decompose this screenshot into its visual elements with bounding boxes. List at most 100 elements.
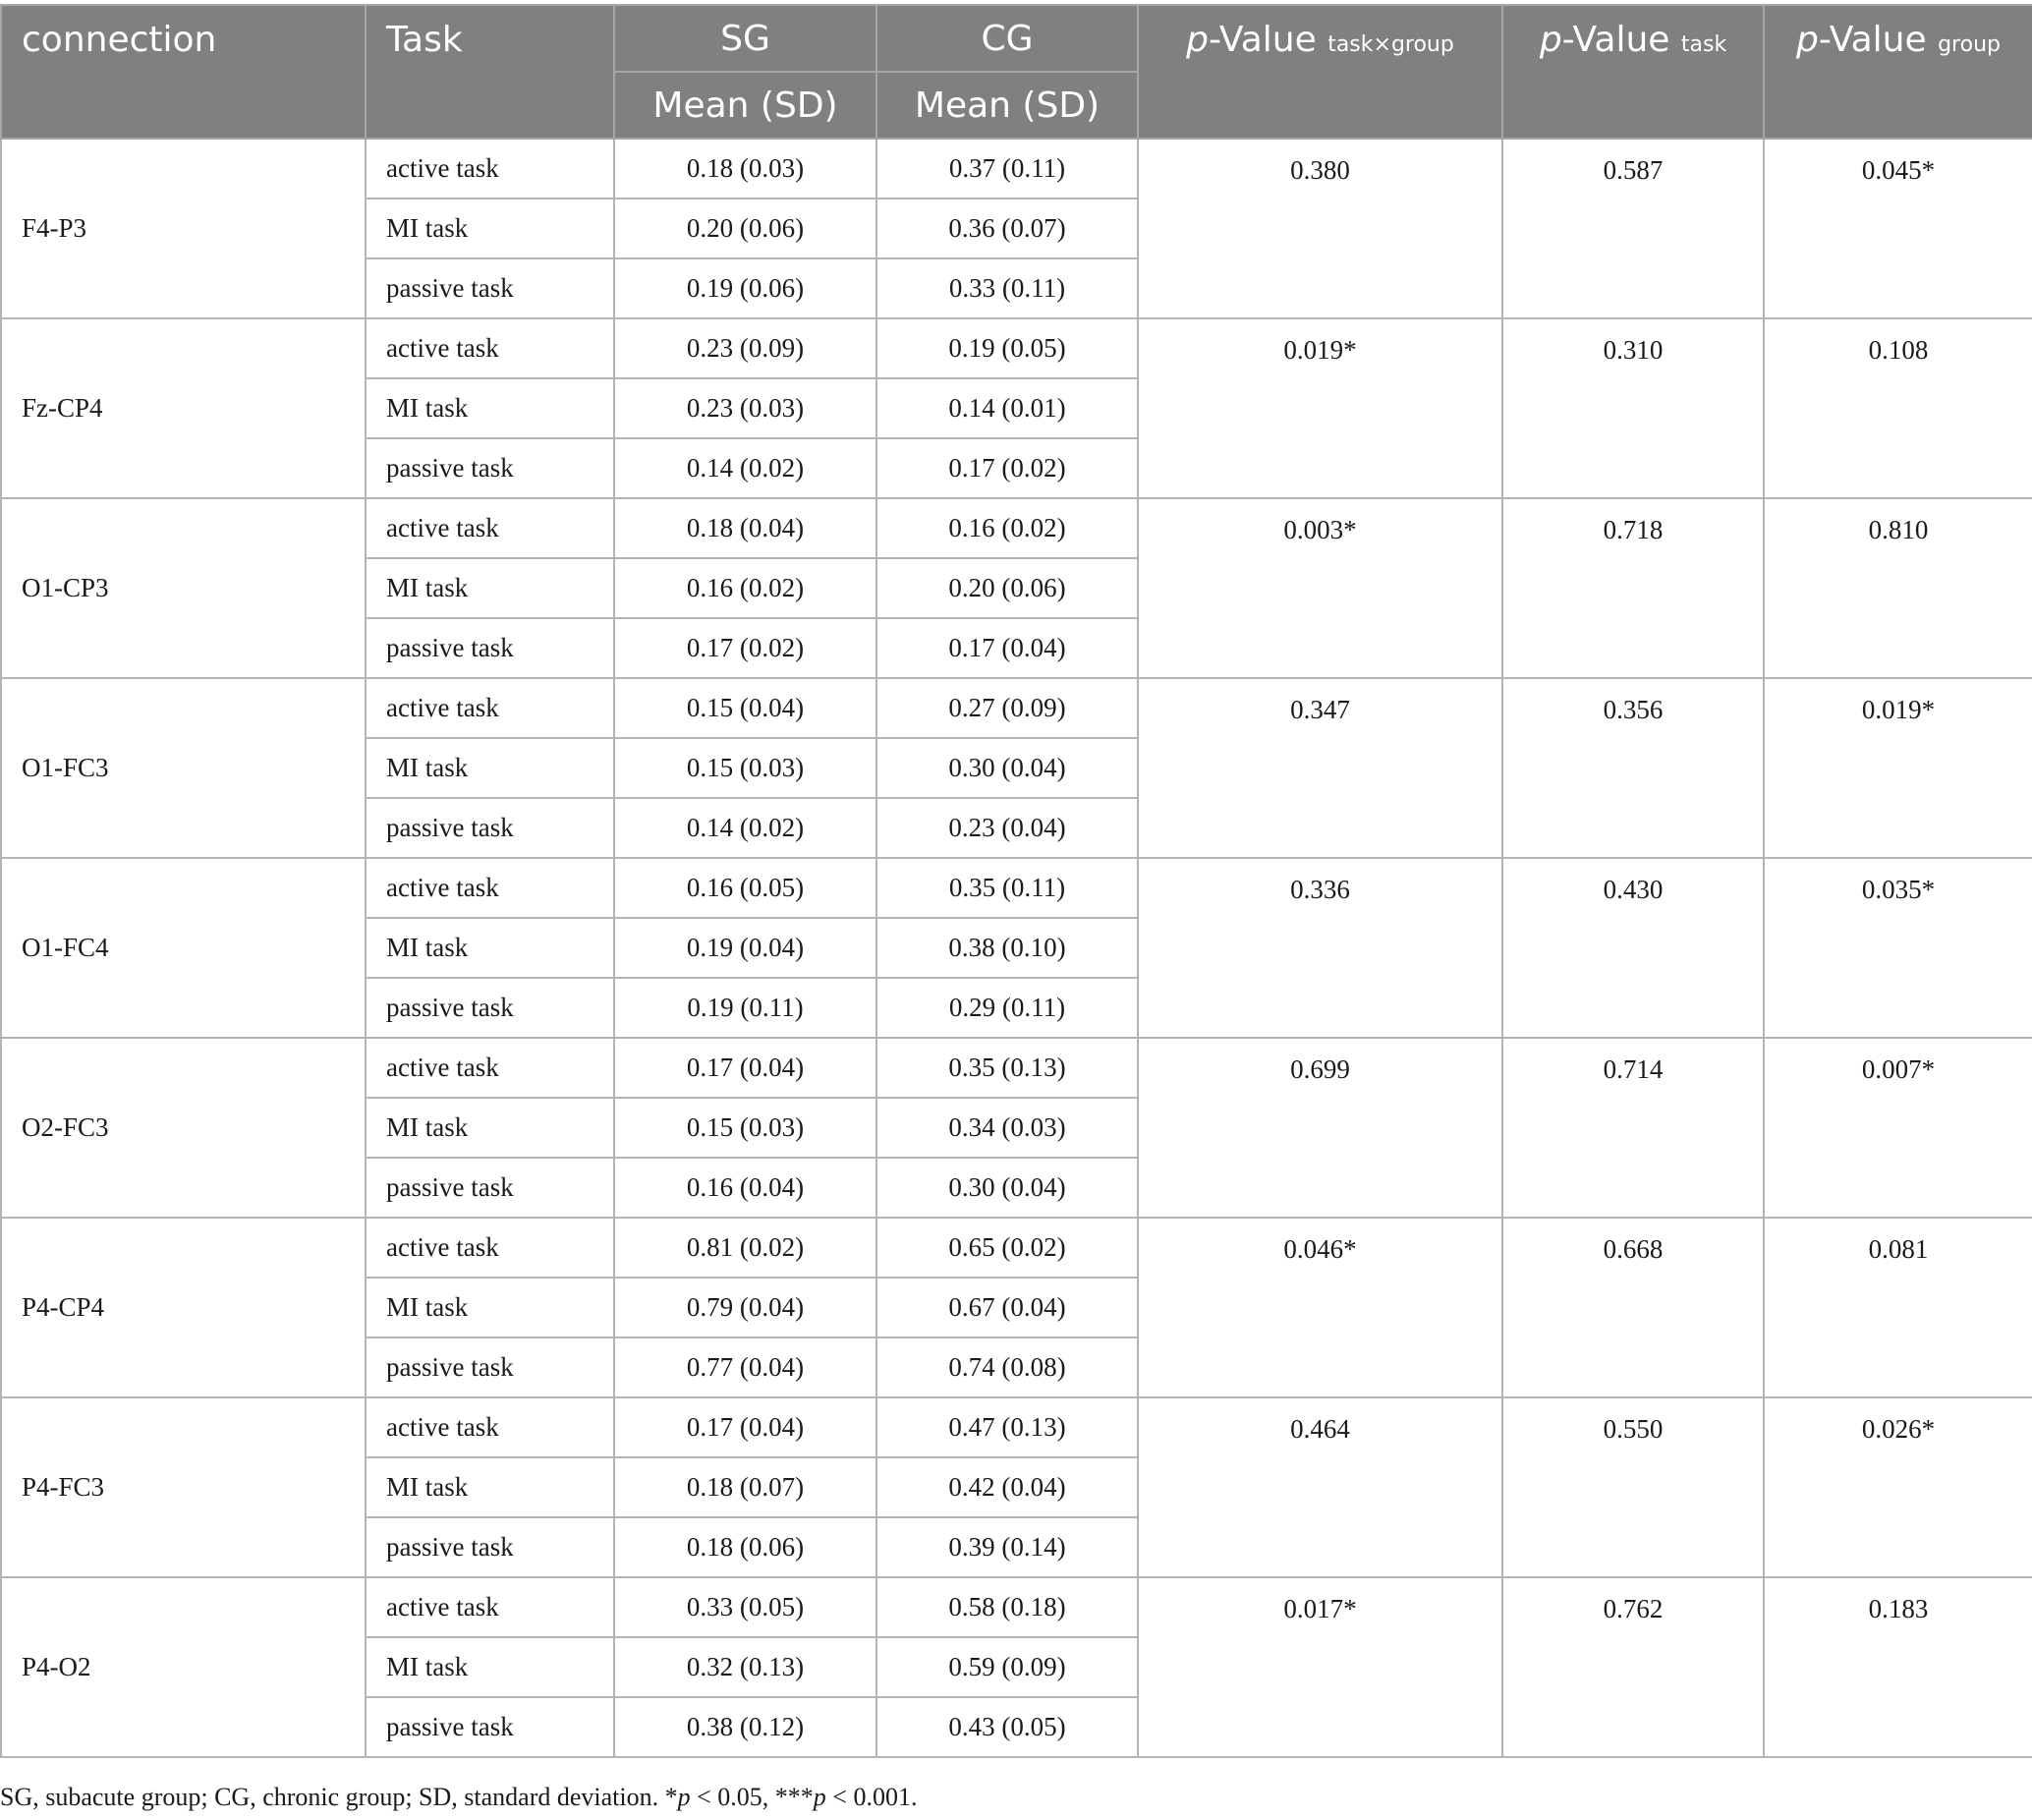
sg-mean-sd-cell: 0.16 (0.05) <box>613 857 877 919</box>
p-value-task-cell: 0.762 <box>1501 1576 1765 1758</box>
connection-cell: O1-CP3 <box>0 497 367 679</box>
sg-mean-sd-cell: 0.33 (0.05) <box>613 1576 877 1638</box>
cg-mean-sd-cell: 0.30 (0.04) <box>875 737 1139 799</box>
table-row: O1-CP3 active task 0.18 (0.04) 0.16 (0.02) 0… <box>0 497 2032 679</box>
sg-mean-sd-cell: 0.81 (0.02) <box>613 1217 877 1279</box>
sg-mean-sd-cell: 0.19 (0.04) <box>613 917 877 979</box>
cg-mean-sd-cell: 0.74 (0.08) <box>875 1337 1139 1398</box>
sg-mean-sd-cell: 0.32 (0.13) <box>613 1636 877 1698</box>
sg-mean-sd-cell: 0.14 (0.02) <box>613 797 877 859</box>
cg-mean-sd-cell: 0.59 (0.09) <box>875 1636 1139 1698</box>
cg-mean-sd-cell: 0.16 (0.02) <box>875 497 1139 559</box>
cg-mean-sd-cell: 0.17 (0.02) <box>875 437 1139 499</box>
sg-mean-sd-cell: 0.19 (0.06) <box>613 257 877 319</box>
connection-cell: O1-FC3 <box>0 677 367 859</box>
task-cell: active task <box>365 677 615 739</box>
cg-mean-sd-cell: 0.27 (0.09) <box>875 677 1139 739</box>
table-row: F4-P3 active task 0.18 (0.03) 0.37 (0.11) 0.… <box>0 138 2032 319</box>
sg-mean-sd-cell: 0.14 (0.02) <box>613 437 877 499</box>
connection-cell: Fz-CP4 <box>0 317 367 499</box>
sg-mean-sd-cell: 0.18 (0.06) <box>613 1516 877 1578</box>
sg-mean-sd-cell: 0.15 (0.04) <box>613 677 877 739</box>
cg-mean-sd-cell: 0.43 (0.05) <box>875 1696 1139 1758</box>
p-value-interaction-cell: 0.464 <box>1137 1396 1503 1578</box>
p-value-group-cell: 0.183 <box>1763 1576 2032 1758</box>
connection-cell: P4-FC3 <box>0 1396 367 1578</box>
sg-mean-sd-cell: 0.17 (0.02) <box>613 617 877 679</box>
cg-mean-sd-cell: 0.42 (0.04) <box>875 1456 1139 1518</box>
connection-cell: P4-CP4 <box>0 1217 367 1398</box>
cg-mean-sd-cell: 0.20 (0.06) <box>875 557 1139 619</box>
task-cell: MI task <box>365 1097 615 1159</box>
p-value-task-cell: 0.587 <box>1501 138 1765 319</box>
p-value-task-cell: 0.356 <box>1501 677 1765 859</box>
header-p-value-group: p-Value group <box>1763 4 2032 140</box>
connection-cell: O2-FC3 <box>0 1037 367 1219</box>
cg-mean-sd-cell: 0.14 (0.01) <box>875 377 1139 439</box>
p-value-interaction-cell: 0.347 <box>1137 677 1503 859</box>
p-value-interaction-cell: 0.017* <box>1137 1576 1503 1758</box>
header-task: Task <box>365 4 615 140</box>
task-cell: passive task <box>365 1696 615 1758</box>
sg-mean-sd-cell: 0.79 (0.04) <box>613 1277 877 1338</box>
task-cell: MI task <box>365 737 615 799</box>
cg-mean-sd-cell: 0.37 (0.11) <box>875 138 1139 199</box>
p-value-interaction-cell: 0.003* <box>1137 497 1503 679</box>
sg-mean-sd-cell: 0.15 (0.03) <box>613 737 877 799</box>
p-value-task-cell: 0.668 <box>1501 1217 1765 1398</box>
task-cell: active task <box>365 317 615 379</box>
task-cell: passive task <box>365 257 615 319</box>
header-p-value-task: p-Value task <box>1501 4 1765 140</box>
task-cell: MI task <box>365 198 615 259</box>
p-value-group-cell: 0.019* <box>1763 677 2032 859</box>
sg-mean-sd-cell: 0.38 (0.12) <box>613 1696 877 1758</box>
sg-mean-sd-cell: 0.18 (0.04) <box>613 497 877 559</box>
cg-mean-sd-cell: 0.65 (0.02) <box>875 1217 1139 1279</box>
p-value-group-cell: 0.045* <box>1763 138 2032 319</box>
p-value-group-cell: 0.810 <box>1763 497 2032 679</box>
header-p-value-interaction: p-Value task×group <box>1137 4 1503 140</box>
p-value-group-cell: 0.007* <box>1763 1037 2032 1219</box>
table-row: Fz-CP4 active task 0.23 (0.09) 0.19 (0.05) 0… <box>0 317 2032 499</box>
header-sg: SG <box>613 4 877 73</box>
p-value-group-cell: 0.026* <box>1763 1396 2032 1578</box>
task-cell: passive task <box>365 1337 615 1398</box>
sg-mean-sd-cell: 0.16 (0.02) <box>613 557 877 619</box>
task-cell: active task <box>365 497 615 559</box>
connection-cell: P4-O2 <box>0 1576 367 1758</box>
cg-mean-sd-cell: 0.33 (0.11) <box>875 257 1139 319</box>
cg-mean-sd-cell: 0.58 (0.18) <box>875 1576 1139 1638</box>
p-value-task-cell: 0.430 <box>1501 857 1765 1039</box>
sg-mean-sd-cell: 0.15 (0.03) <box>613 1097 877 1159</box>
connection-cell: F4-P3 <box>0 138 367 319</box>
task-cell: MI task <box>365 1636 615 1698</box>
task-cell: active task <box>365 1576 615 1638</box>
cg-mean-sd-cell: 0.67 (0.04) <box>875 1277 1139 1338</box>
cg-mean-sd-cell: 0.19 (0.05) <box>875 317 1139 379</box>
sg-mean-sd-cell: 0.77 (0.04) <box>613 1337 877 1398</box>
task-cell: active task <box>365 1217 615 1279</box>
cg-mean-sd-cell: 0.35 (0.13) <box>875 1037 1139 1099</box>
p-value-group-cell: 0.035* <box>1763 857 2032 1039</box>
header-sg-mean-sd: Mean (SD) <box>613 71 877 140</box>
sg-mean-sd-cell: 0.16 (0.04) <box>613 1157 877 1219</box>
cg-mean-sd-cell: 0.39 (0.14) <box>875 1516 1139 1578</box>
table-footnote: SG, subacute group; CG, chronic group; S… <box>0 1783 918 1811</box>
task-cell: passive task <box>365 797 615 859</box>
header-connection: connection <box>0 4 367 140</box>
header-cg: CG <box>875 4 1139 73</box>
task-cell: MI task <box>365 1456 615 1518</box>
task-cell: MI task <box>365 1277 615 1338</box>
results-table: connection Task SG CG p-Value task×group… <box>0 4 2032 1758</box>
sg-mean-sd-cell: 0.20 (0.06) <box>613 198 877 259</box>
p-value-interaction-cell: 0.336 <box>1137 857 1503 1039</box>
cg-mean-sd-cell: 0.17 (0.04) <box>875 617 1139 679</box>
cg-mean-sd-cell: 0.38 (0.10) <box>875 917 1139 979</box>
p-value-interaction-cell: 0.019* <box>1137 317 1503 499</box>
table-row: O2-FC3 active task 0.17 (0.04) 0.35 (0.13) 0… <box>0 1037 2032 1219</box>
sg-mean-sd-cell: 0.18 (0.03) <box>613 138 877 199</box>
p-value-interaction-cell: 0.699 <box>1137 1037 1503 1219</box>
connection-cell: O1-FC4 <box>0 857 367 1039</box>
p-value-task-cell: 0.718 <box>1501 497 1765 679</box>
results-table-wrapper: connection Task SG CG p-Value task×group… <box>0 4 2032 1758</box>
